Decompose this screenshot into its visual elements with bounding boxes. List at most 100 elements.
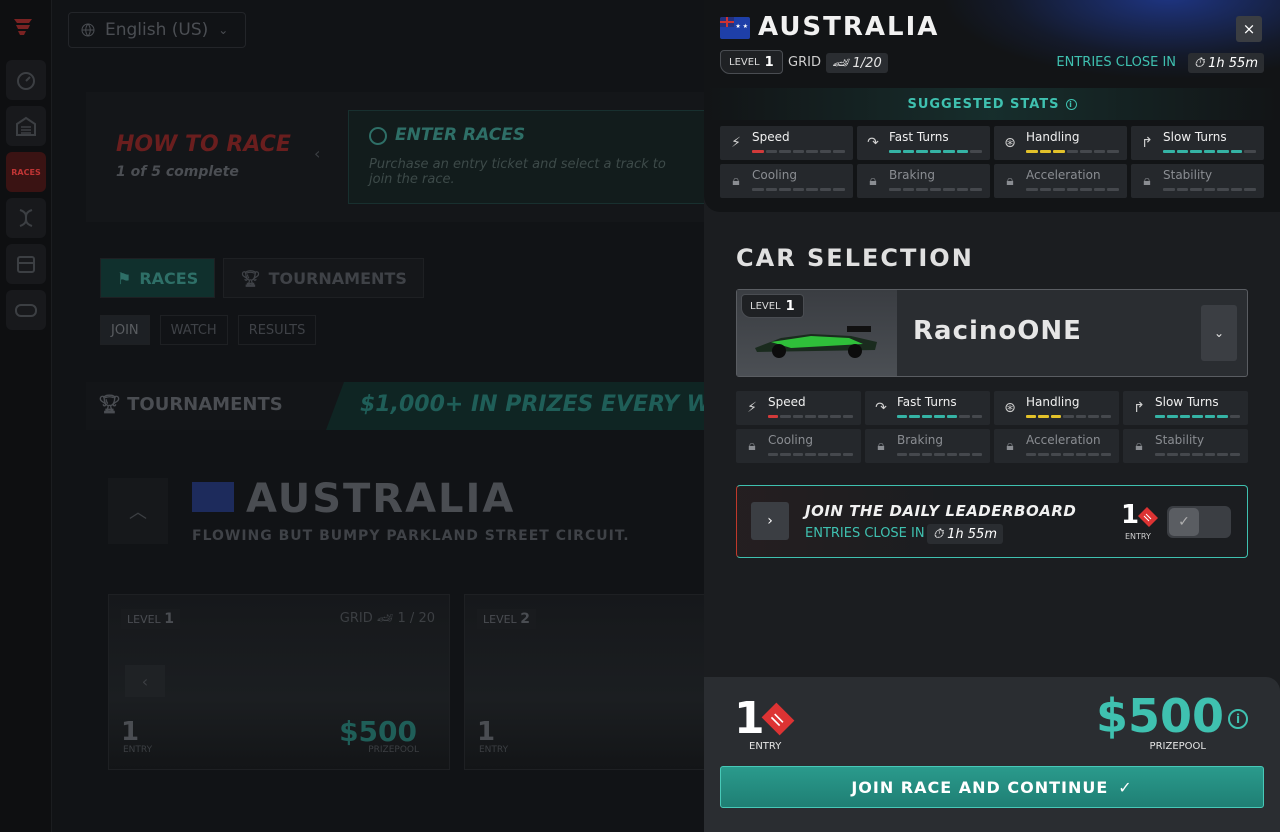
race-tabs: ⚑ RACES 🏆︎ TOURNAMENTS <box>100 258 424 298</box>
trophy-icon: 🏆︎ <box>240 268 261 288</box>
track-description: FLOWING BUT BUMPY PARKLAND STREET CIRCUI… <box>192 528 630 544</box>
subtab-join[interactable]: JOIN <box>100 315 150 345</box>
entries-close-label: ENTRIES CLOSE IN <box>1056 55 1176 70</box>
check-icon: ✓ <box>1118 777 1133 797</box>
car-selector[interactable]: LEVEL 1 RacinoONE ⌄ <box>736 289 1248 377</box>
sidebar-item-dashboard[interactable] <box>6 60 46 100</box>
car-name: RacinoONE <box>913 316 1082 346</box>
flag-icon: ⚑ <box>117 268 132 288</box>
leaderboard-toggle[interactable]: ✓ <box>1167 506 1231 538</box>
gamepad-icon <box>15 304 37 317</box>
chevron-left-icon[interactable]: ‹ <box>314 144 320 163</box>
language-select[interactable]: English (US) ⌄ <box>68 12 246 48</box>
stat-acceleration: 🔒︎ Acceleration <box>994 164 1127 198</box>
car-selection-title: CAR SELECTION <box>736 244 974 272</box>
stat-bar <box>897 415 982 418</box>
stat-bar <box>1155 453 1240 456</box>
stat-stability: 🔒︎ Stability <box>1131 164 1264 198</box>
lock-icon: 🔒︎ <box>732 173 740 189</box>
sidebar-item-label: RACES <box>11 167 41 177</box>
stat-bar <box>752 150 846 153</box>
track-name: AUSTRALIA <box>246 476 516 522</box>
stat-label: Acceleration <box>1026 433 1101 447</box>
stat-bar <box>1163 150 1257 153</box>
carousel-prev-button[interactable]: ‹ <box>125 665 165 697</box>
race-car-icon <box>755 326 877 358</box>
stat-label: Braking <box>897 433 944 447</box>
tournaments-banner[interactable]: $1,000+ IN PRIZES EVERY WEE <box>326 382 746 430</box>
entries-close-label: ENTRIES CLOSE IN <box>805 526 925 541</box>
stat-bar <box>752 188 846 191</box>
lock-icon: 🔒︎ <box>1143 173 1151 189</box>
grid-info: GRID 🏎︎ 1 / 20 <box>339 611 435 626</box>
expand-button[interactable]: › <box>751 502 789 540</box>
stat-label: Slow Turns <box>1163 130 1227 144</box>
stat-slow-turns: ↱ Slow Turns <box>1131 126 1264 160</box>
tab-races[interactable]: ⚑ RACES <box>100 258 216 298</box>
lock-icon: 🔒︎ <box>1006 173 1014 189</box>
car-stats-grid: ⚡︎ Speed ↷ Fast Turns ⊛ Handling ↱ Slow Turns 🔒︎… <box>736 391 1248 463</box>
stat-label: Speed <box>768 395 806 409</box>
lock-icon: 🔒︎ <box>877 438 885 454</box>
chevron-down-icon: ⌄ <box>218 23 229 37</box>
stat-bar <box>1026 453 1111 456</box>
stat-bar <box>768 453 853 456</box>
tab-tournaments[interactable]: 🏆︎ TOURNAMENTS <box>223 258 424 298</box>
sidebar-item-breeding[interactable] <box>6 198 46 238</box>
info-icon[interactable]: i <box>1228 709 1248 729</box>
info-icon[interactable]: i <box>1065 98 1077 110</box>
prize-label: PRIZEPOOL <box>1149 741 1206 752</box>
stat-label: Stability <box>1163 168 1213 182</box>
stat-label: Fast Turns <box>897 395 957 409</box>
gauge-icon <box>17 72 35 90</box>
stat-speed: ⚡︎ Speed <box>736 391 861 425</box>
how-to-card-desc: Purchase an entry ticket and select a tr… <box>369 157 666 187</box>
leaderboard-title: JOIN THE DAILY LEADERBOARD <box>805 502 1077 520</box>
grid-count: 🏎︎ 1/20 <box>826 53 888 73</box>
collapse-button[interactable]: ︿ <box>108 478 168 544</box>
globe-icon <box>81 23 95 37</box>
race-subtabs: JOIN WATCH RESULTS <box>100 315 317 345</box>
suggested-stats-heading: SUGGESTED STATS i <box>704 88 1280 120</box>
stat-bar <box>889 150 983 153</box>
chevron-down-icon: ⌄ <box>1213 326 1225 340</box>
check-icon: ✓ <box>1169 508 1199 536</box>
sidebar-item-races[interactable]: RACES <box>6 152 46 192</box>
entry-label: ENTRY <box>123 745 153 755</box>
ticket-icon <box>1138 507 1158 527</box>
subtab-results[interactable]: RESULTS <box>237 315 317 345</box>
stat-handling: ⊛ Handling <box>994 126 1127 160</box>
daily-leaderboard-card[interactable]: › JOIN THE DAILY LEADERBOARD ENTRIES CLO… <box>736 485 1248 558</box>
stat-label: Slow Turns <box>1155 395 1219 409</box>
stopwatch-icon: ⏱︎ <box>933 526 944 542</box>
subtab-watch[interactable]: WATCH <box>159 315 228 345</box>
app-root: RACES English (US) ⌄ HOW TO RACE 1 of 5 … <box>0 0 1280 832</box>
sidebar-item-games[interactable] <box>6 290 46 330</box>
language-label: English (US) <box>105 20 209 40</box>
sidebar-rail: RACES <box>0 0 52 832</box>
tab-label: RACES <box>139 268 199 288</box>
tournaments-label: 🏆︎ TOURNAMENTS <box>98 394 283 415</box>
stat-slow-turns: ↱ Slow Turns <box>1123 391 1248 425</box>
trophy-icon: 🏆︎ <box>98 394 128 415</box>
race-detail-panel: AUSTRALIA × LEVEL1 GRID 🏎︎1/20 ENTRIES C… <box>704 0 1280 832</box>
entry-label: ENTRY <box>749 741 782 752</box>
chevron-right-icon: › <box>767 513 773 529</box>
stat-label: Cooling <box>768 433 813 447</box>
join-race-button[interactable]: JOIN RACE AND CONTINUE ✓ <box>720 766 1264 808</box>
car-dropdown-button[interactable]: ⌄ <box>1201 305 1237 361</box>
how-to-race-section: HOW TO RACE 1 of 5 complete ‹ ENTER RACE… <box>86 92 768 222</box>
flag-australia-icon <box>720 17 750 39</box>
stat-label: Braking <box>889 168 936 182</box>
stat-acceleration: 🔒︎ Acceleration <box>994 429 1119 463</box>
race-card[interactable]: LEVEL 1 GRID 🏎︎ 1 / 20 ‹ 1 ENTRY $500 PR… <box>108 594 450 770</box>
race-card[interactable]: LEVEL 2 GI 1 ENTRY <box>464 594 724 770</box>
sidebar-item-store[interactable] <box>6 244 46 284</box>
stat-fast-turns: ↷ Fast Turns <box>857 126 990 160</box>
timer-badge: ⏱︎ 1h 55m <box>1188 53 1264 73</box>
lock-icon: 🔒︎ <box>1006 438 1014 454</box>
close-button[interactable]: × <box>1236 16 1262 42</box>
sidebar-item-garage[interactable] <box>6 106 46 146</box>
stat-bar <box>889 188 983 191</box>
car-image: LEVEL 1 <box>737 290 897 376</box>
